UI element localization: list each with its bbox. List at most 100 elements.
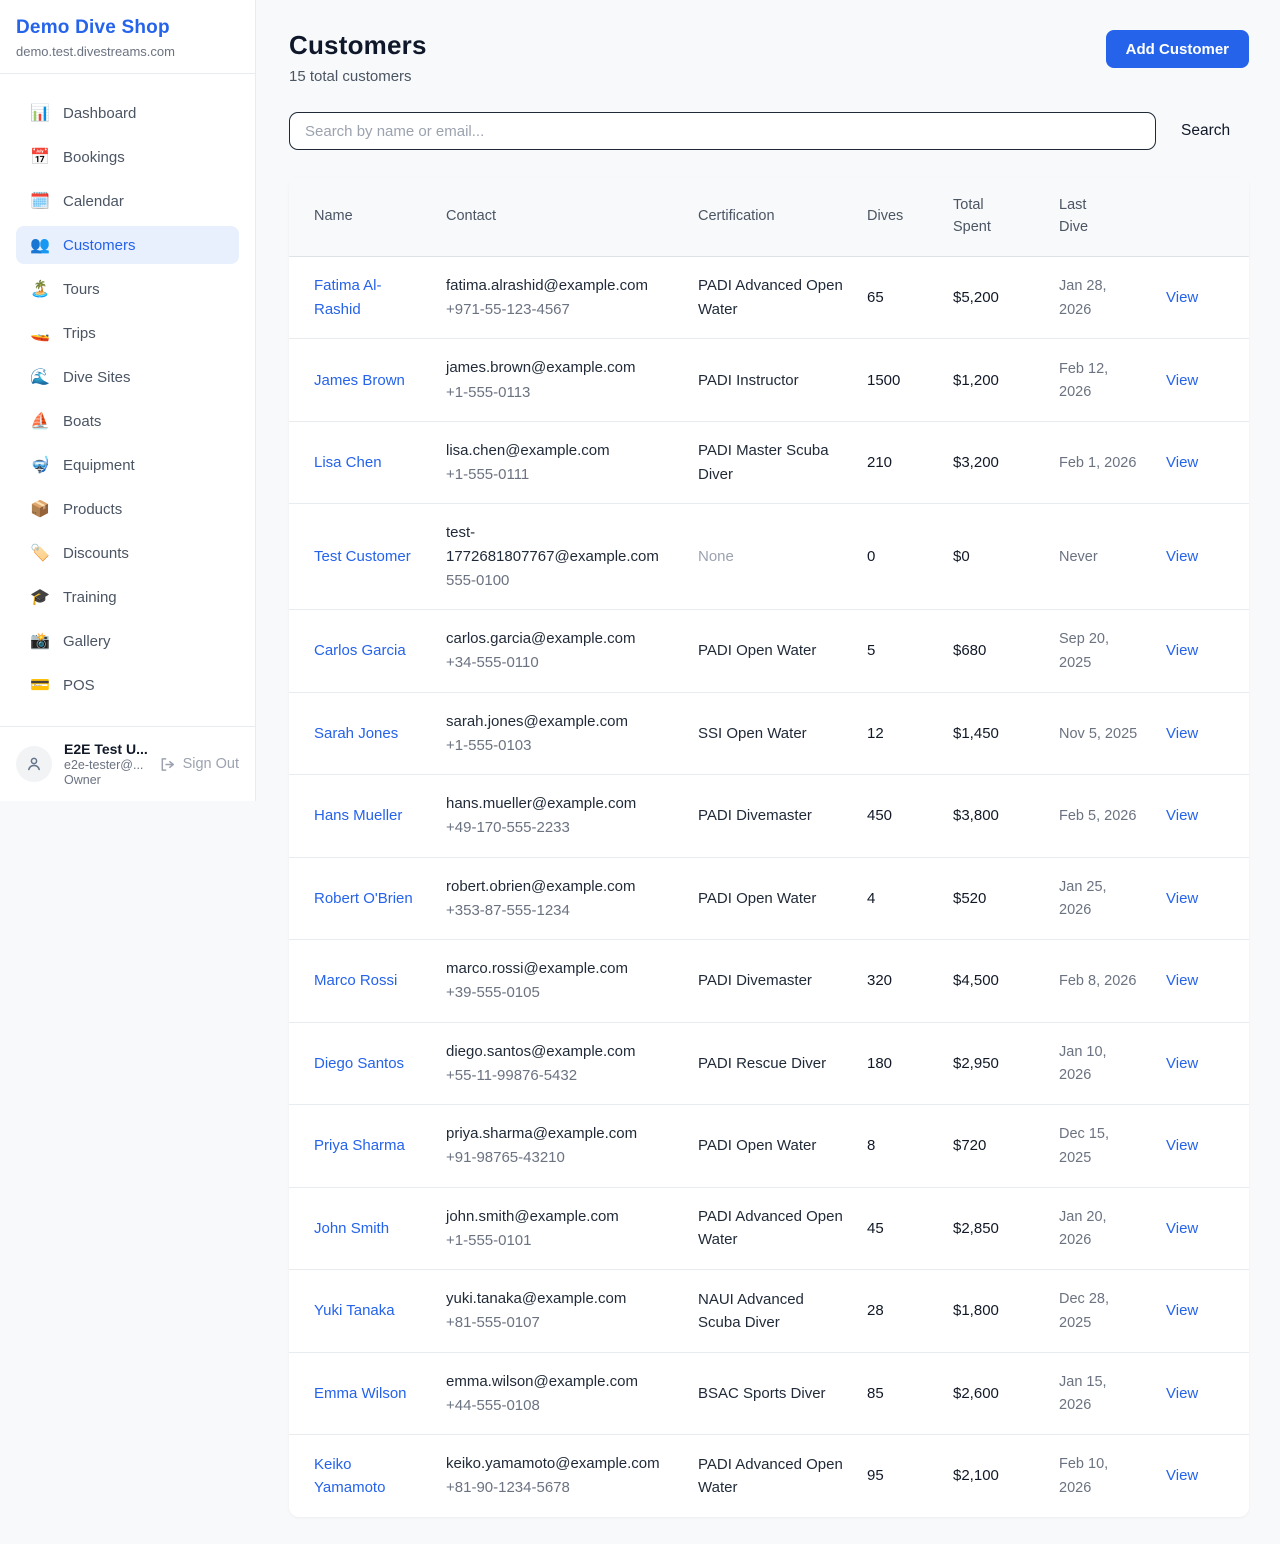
customer-email: carlos.garcia@example.com [446,627,674,650]
customer-total-spent: $2,100 [953,1467,999,1484]
sidebar-item-boats[interactable]: ⛵ Boats [16,402,239,440]
view-link[interactable]: View [1166,372,1198,389]
column-header: Total Spent [941,177,1047,256]
view-link[interactable]: View [1166,454,1198,471]
view-link[interactable]: View [1166,1220,1198,1237]
customer-certification: PADI Open Water [698,1137,816,1154]
dive-sites-icon: 🌊 [30,367,50,387]
customers-icon: 👥 [30,235,50,255]
customer-name-link[interactable]: Priya Sharma [314,1134,405,1157]
table-row: James Brown james.brown@example.com +1-5… [289,339,1249,422]
table-row: Carlos Garcia carlos.garcia@example.com … [289,610,1249,693]
boats-icon: ⛵ [30,411,50,431]
page-header: Customers 15 total customers Add Custome… [289,30,1249,85]
view-link[interactable]: View [1166,972,1198,989]
customer-phone: +55-11-99876-5432 [446,1064,674,1087]
sign-out-button[interactable]: Sign Out [159,756,239,773]
view-link[interactable]: View [1166,807,1198,824]
user-icon [25,755,43,773]
customer-dives: 0 [867,548,875,565]
customer-count: 15 total customers [289,68,427,85]
view-link[interactable]: View [1166,289,1198,306]
customer-phone: +81-90-1234-5678 [446,1476,674,1499]
customer-name-link[interactable]: James Brown [314,369,405,392]
customer-phone: +39-555-0105 [446,981,674,1004]
sidebar-item-calendar[interactable]: 🗓️ Calendar [16,182,239,220]
customer-name-link[interactable]: Hans Mueller [314,804,402,827]
sidebar-item-label: Gallery [63,633,111,650]
view-link[interactable]: View [1166,1055,1198,1072]
customer-name-link[interactable]: Marco Rossi [314,969,397,992]
products-icon: 📦 [30,499,50,519]
customer-name-link[interactable]: Sarah Jones [314,722,398,745]
customer-phone: 555-0100 [446,569,674,592]
sidebar-item-bookings[interactable]: 📅 Bookings [16,138,239,176]
table-row: Hans Mueller hans.mueller@example.com +4… [289,775,1249,858]
customer-phone: +81-555-0107 [446,1311,674,1334]
customer-total-spent: $1,450 [953,725,999,742]
view-link[interactable]: View [1166,548,1198,565]
customer-last-dive: Dec 28, 2025 [1059,1291,1109,1330]
view-link[interactable]: View [1166,725,1198,742]
customer-last-dive: Jan 10, 2026 [1059,1044,1107,1083]
customer-name-link[interactable]: Yuki Tanaka [314,1299,395,1322]
customer-email: john.smith@example.com [446,1205,674,1228]
customer-last-dive: Nov 5, 2025 [1059,726,1137,742]
customer-phone: +91-98765-43210 [446,1146,674,1169]
customer-name-link[interactable]: Robert O'Brien [314,887,413,910]
customer-name-link[interactable]: Diego Santos [314,1052,404,1075]
customer-phone: +353-87-555-1234 [446,899,674,922]
customer-total-spent: $2,850 [953,1220,999,1237]
customer-total-spent: $1,800 [953,1302,999,1319]
sidebar-item-discounts[interactable]: 🏷️ Discounts [16,534,239,572]
customer-name-link[interactable]: Lisa Chen [314,451,382,474]
discounts-icon: 🏷️ [30,543,50,563]
sidebar-item-pos[interactable]: 💳 POS [16,666,239,704]
customer-certification: PADI Divemaster [698,807,812,824]
customer-last-dive: Jan 25, 2026 [1059,879,1107,918]
sign-out-label: Sign Out [183,756,239,772]
sidebar-item-training[interactable]: 🎓 Training [16,578,239,616]
customer-email: sarah.jones@example.com [446,710,674,733]
customer-certification: BSAC Sports Diver [698,1385,826,1402]
search-button[interactable]: Search [1181,122,1230,140]
customer-name-link[interactable]: Carlos Garcia [314,639,406,662]
customer-name-link[interactable]: Test Customer [314,545,411,568]
customer-certification: PADI Instructor [698,372,799,389]
user-role: Owner [64,773,147,787]
customer-email: keiko.yamamoto@example.com [446,1452,674,1475]
dashboard-icon: 📊 [30,103,50,123]
customer-name-link[interactable]: Fatima Al-Rashid [314,274,414,321]
customer-dives: 320 [867,972,892,989]
sidebar-item-tours[interactable]: 🏝️ Tours [16,270,239,308]
customer-name-link[interactable]: Keiko Yamamoto [314,1453,414,1500]
customer-name-link[interactable]: Emma Wilson [314,1382,407,1405]
sidebar-item-label: Equipment [63,457,135,474]
search-input[interactable] [289,112,1156,150]
customer-email: marco.rossi@example.com [446,957,674,980]
view-link[interactable]: View [1166,890,1198,907]
view-link[interactable]: View [1166,1302,1198,1319]
view-link[interactable]: View [1166,1137,1198,1154]
sidebar-item-dive-sites[interactable]: 🌊 Dive Sites [16,358,239,396]
sidebar-item-products[interactable]: 📦 Products [16,490,239,528]
view-link[interactable]: View [1166,642,1198,659]
customer-phone: +44-555-0108 [446,1394,674,1417]
customer-last-dive: Dec 15, 2025 [1059,1126,1109,1165]
customer-last-dive: Never [1059,549,1098,565]
view-link[interactable]: View [1166,1467,1198,1484]
add-customer-button[interactable]: Add Customer [1106,30,1249,68]
customer-certification: PADI Divemaster [698,972,812,989]
user-email: e2e-tester@... [64,758,147,772]
customer-name-link[interactable]: John Smith [314,1217,389,1240]
sidebar-item-trips[interactable]: 🚤 Trips [16,314,239,352]
customer-dives: 450 [867,807,892,824]
sidebar-item-dashboard[interactable]: 📊 Dashboard [16,94,239,132]
sidebar-item-gallery[interactable]: 📸 Gallery [16,622,239,660]
view-link[interactable]: View [1166,1385,1198,1402]
customer-dives: 180 [867,1055,892,1072]
sidebar-item-equipment[interactable]: 🤿 Equipment [16,446,239,484]
customer-certification: PADI Rescue Diver [698,1055,826,1072]
customer-certification: SSI Open Water [698,725,807,742]
sidebar-item-customers[interactable]: 👥 Customers [16,226,239,264]
